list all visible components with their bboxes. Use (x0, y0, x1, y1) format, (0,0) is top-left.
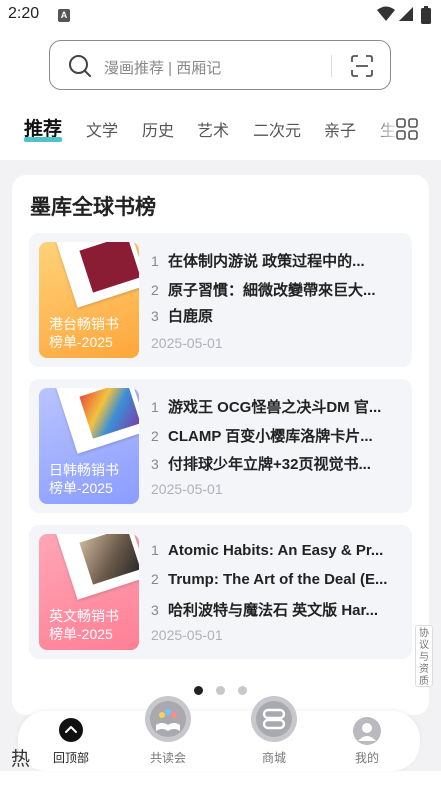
list-date: 2025-05-01 (151, 627, 223, 643)
list-item[interactable]: 3 哈利波特与魔法石 英文版 Har... (151, 599, 401, 620)
user-icon (353, 717, 381, 745)
cover-title: 港台畅销书 榜单-2025 (49, 316, 119, 350)
list-cover: 日韩畅销书 榜单-2025 (39, 388, 139, 504)
list-item[interactable]: 1 在体制内游说 政策过程中的... (151, 250, 401, 271)
tab-literature[interactable]: 文学 (86, 117, 118, 141)
list-item[interactable]: 2 Trump: The Art of the Deal (E... (151, 571, 401, 588)
signal-icon (399, 7, 413, 21)
tab-parenting[interactable]: 亲子 (324, 117, 356, 141)
list-item[interactable]: 1 游戏王 OCG怪兽之决斗DM 官... (151, 396, 401, 417)
carousel-dot[interactable] (238, 686, 247, 695)
agreement-side-tab[interactable]: 协议 与资质 (415, 625, 433, 687)
ranking-list-hktw[interactable]: 港台畅销书 榜单-2025 1 在体制内游说 政策过程中的... 2 原子習慣：細微… (29, 233, 412, 367)
app-screen: 2:20 A 漫画推荐 | 西厢记 推荐 文学 历史 艺术 二次元 亲子 墨库全… (0, 0, 441, 785)
carousel-dot-active[interactable] (194, 686, 203, 695)
nav-label: 共读会 (149, 751, 186, 765)
grid-menu-icon[interactable] (396, 118, 418, 140)
list-item[interactable]: 2 原子習慣：細微改變帶來巨大... (151, 279, 401, 300)
ranking-list-english[interactable]: 英文畅销书 榜单-2025 1 Atomic Habits: An Easy & … (29, 525, 412, 659)
scan-icon[interactable] (350, 54, 374, 78)
ranking-title: 墨库全球书榜 (30, 196, 156, 219)
arrow-up-icon (59, 718, 83, 742)
battery-icon (421, 6, 431, 24)
nav-label: 我的 (354, 751, 379, 765)
notification-icon: A (58, 9, 70, 22)
cover-title: 日韩畅销书 榜单-2025 (49, 462, 119, 496)
nav-reading-club[interactable]: 共读会 (133, 696, 203, 771)
wifi-icon (377, 6, 395, 21)
nav-label: 回顶部 (52, 751, 89, 765)
cover-title: 英文畅销书 榜单-2025 (49, 608, 119, 642)
search-divider (331, 55, 332, 77)
status-time: 2:20 (8, 5, 40, 22)
nav-mall[interactable]: 商城 (239, 696, 309, 771)
floating-hot-label[interactable]: 热 (11, 744, 30, 771)
reading-club-icon (145, 696, 191, 742)
bottom-nav: 回顶部 共读会 商城 我的 (18, 696, 420, 771)
list-item[interactable]: 3 白鹿原 (151, 305, 401, 326)
list-cover: 港台畅销书 榜单-2025 (39, 242, 139, 358)
tab-history[interactable]: 历史 (142, 117, 174, 141)
carousel-dot[interactable] (216, 686, 225, 695)
list-date: 2025-05-01 (151, 335, 223, 351)
list-cover: 英文畅销书 榜单-2025 (39, 534, 139, 650)
search-bar[interactable]: 漫画推荐 | 西厢记 (49, 40, 391, 90)
bottom-strip (0, 771, 441, 785)
carousel-dots (0, 683, 441, 695)
list-item[interactable]: 1 Atomic Habits: An Easy & Pr... (151, 542, 401, 559)
nav-label: 商城 (261, 751, 286, 765)
ranking-card: 墨库全球书榜 港台畅销书 榜单-2025 1 在体制内游说 政策过程中的... 2… (12, 175, 429, 715)
list-item[interactable]: 2 CLAMP 百变小樱库洛牌卡片... (151, 425, 401, 446)
status-bar: 2:20 A (0, 0, 441, 32)
search-placeholder: 漫画推荐 | 西厢记 (104, 60, 222, 77)
tab-art[interactable]: 艺术 (197, 117, 229, 141)
nav-back-to-top[interactable]: 回顶部 (36, 711, 106, 771)
search-icon (69, 55, 91, 77)
mall-icon (251, 696, 297, 742)
list-date: 2025-05-01 (151, 481, 223, 497)
nav-profile[interactable]: 我的 (332, 711, 402, 771)
tab-acg[interactable]: 二次元 (253, 117, 301, 141)
ranking-list-jpkr[interactable]: 日韩畅销书 榜单-2025 1 游戏王 OCG怪兽之决斗DM 官... 2 CLAM… (29, 379, 412, 513)
list-item[interactable]: 3 付排球少年立牌+32页视觉书... (151, 453, 401, 474)
active-tab-indicator (24, 137, 62, 142)
